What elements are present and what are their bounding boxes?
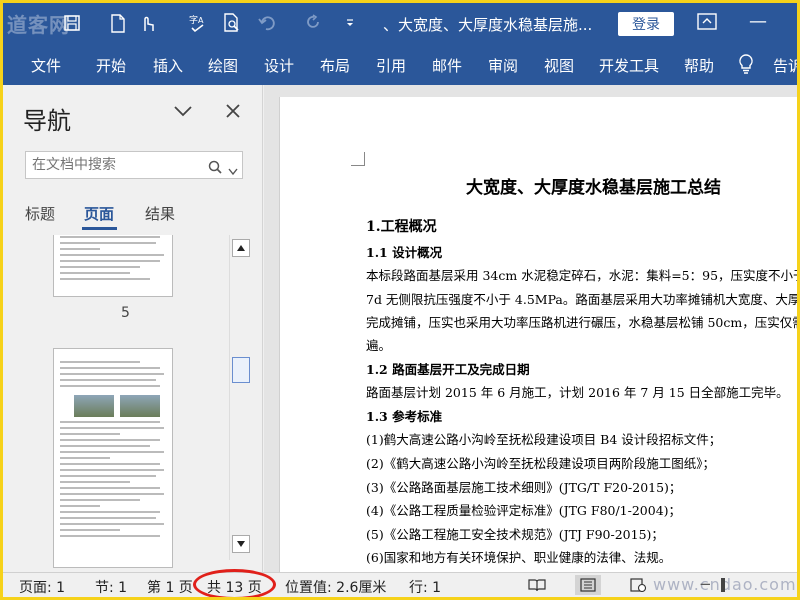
status-line[interactable]: 行: 1 — [409, 577, 441, 597]
status-bar: 页面: 1 节: 1 第 1 页 共 13 页 位置值: 2.6厘米 行: 1 … — [3, 569, 797, 597]
svg-text:A: A — [198, 16, 204, 25]
tab-draw[interactable]: 绘图 — [208, 55, 238, 76]
document-area: 大宽度、大厚度水稳基层施工总结 1.工程概况 1.1 设计概况 本标段路面基层采用… — [264, 85, 797, 572]
document-page[interactable]: 大宽度、大厚度水稳基层施工总结 1.工程概况 1.1 设计概况 本标段路面基层采用… — [279, 97, 797, 572]
customize-quick-access-icon[interactable] — [337, 9, 363, 37]
tab-review[interactable]: 审阅 — [488, 55, 518, 76]
print-layout-icon[interactable] — [575, 575, 601, 595]
login-button[interactable]: 登录 — [618, 12, 674, 36]
ribbon-display-options-icon[interactable] — [696, 12, 718, 36]
word-window: 道客网 字A 、大宽度、大厚度水稳基层施... 登录 — 文件 开始 插入 绘图… — [3, 3, 797, 597]
navigation-pane: 导航 标题 页面 结果 5 — [3, 85, 263, 572]
search-input[interactable] — [26, 152, 206, 178]
tab-home[interactable]: 开始 — [96, 55, 126, 76]
scroll-down-arrow-icon[interactable] — [232, 535, 250, 553]
page-thumbnail-6[interactable] — [53, 348, 173, 568]
status-position[interactable]: 位置值: 2.6厘米 — [285, 577, 386, 597]
document-section-heading: 1.1 设计概况 — [366, 245, 443, 260]
scroll-thumb[interactable] — [232, 357, 250, 383]
document-paragraph-line: 路面基层计划 2015 年 6 月施工，计划 2016 年 7 月 15 日全部… — [366, 385, 789, 400]
tab-mailings[interactable]: 邮件 — [432, 55, 462, 76]
tell-me-search[interactable]: 告诉 — [773, 55, 797, 76]
document-paragraph-line: 7d 无侧限抗压强度不小于 4.5MPa。路面基层采用大功率摊铺机大宽度、大厚度… — [366, 292, 797, 307]
redo-icon[interactable] — [301, 9, 327, 37]
tab-design[interactable]: 设计 — [264, 55, 294, 76]
web-layout-icon[interactable] — [625, 575, 651, 595]
nav-tab-pages[interactable]: 页面 — [84, 203, 114, 224]
page-thumbnails: 5 — [3, 235, 229, 572]
status-page-of[interactable]: 第 1 页 — [147, 577, 193, 597]
touch-mode-icon[interactable] — [135, 9, 161, 37]
document-section-heading: 1.3 参考标准 — [366, 409, 443, 424]
tab-layout[interactable]: 布局 — [320, 55, 350, 76]
zoom-out-button[interactable]: − — [699, 575, 712, 593]
read-mode-icon[interactable] — [524, 575, 550, 595]
document-paragraph-line: 遍。 — [366, 338, 392, 353]
thumbnail-photo — [120, 395, 160, 417]
document-paragraph-line: (4)《公路工程质量检验评定标准》(JTG F80/1-2004)； — [366, 503, 682, 518]
tab-file[interactable]: 文件 — [31, 55, 61, 76]
tab-view[interactable]: 视图 — [544, 55, 574, 76]
navigation-title: 导航 — [23, 107, 71, 135]
svg-text:字: 字 — [189, 14, 198, 26]
status-section[interactable]: 节: 1 — [95, 577, 127, 597]
ribbon-tabs: 文件 开始 插入 绘图 设计 布局 引用 邮件 审阅 视图 开发工具 帮助 告诉 — [3, 45, 797, 85]
tab-developer[interactable]: 开发工具 — [599, 55, 659, 76]
active-tab-indicator — [82, 227, 117, 230]
nav-tab-results[interactable]: 结果 — [145, 203, 175, 224]
thumbnail-page-number: 5 — [121, 305, 130, 321]
page-margin-mark — [351, 152, 365, 166]
document-paragraph-line: 本标段路面基层采用 34cm 水泥稳定碎石，水泥：集料=5：95，压实度不小于 … — [366, 268, 797, 283]
new-document-icon[interactable] — [105, 9, 131, 37]
document-section-heading: 1.工程概况 — [366, 219, 437, 235]
thumbnail-photo — [74, 395, 114, 417]
save-icon[interactable] — [59, 9, 85, 37]
document-paragraph-line: (1)鹤大高速公路小沟岭至抚松段建设项目 B4 设计段招标文件； — [366, 432, 722, 447]
document-heading: 大宽度、大厚度水稳基层施工总结 — [466, 178, 721, 198]
minimize-icon[interactable]: — — [749, 11, 767, 32]
thumbnail-scrollbar[interactable] — [229, 235, 251, 560]
lightbulb-icon[interactable] — [737, 53, 755, 79]
nav-tab-headings[interactable]: 标题 — [25, 203, 55, 224]
zoom-slider-thumb[interactable] — [721, 578, 725, 592]
caret-down-icon[interactable] — [228, 161, 238, 180]
chevron-down-icon[interactable] — [173, 103, 193, 122]
title-bar: 道客网 字A 、大宽度、大厚度水稳基层施... 登录 — — [3, 3, 797, 45]
document-section-heading: 1.2 路面基层开工及完成日期 — [366, 362, 530, 377]
tab-help[interactable]: 帮助 — [684, 55, 714, 76]
document-paragraph-line: (5)《公路工程施工安全技术规范》(JTJ F90-2015)； — [366, 527, 664, 542]
document-title: 、大宽度、大厚度水稳基层施... — [383, 16, 593, 34]
tab-insert[interactable]: 插入 — [153, 55, 183, 76]
search-icon[interactable] — [208, 159, 222, 178]
status-page[interactable]: 页面: 1 — [19, 577, 65, 597]
document-paragraph-line: 完成摊铺，压实也采用大功率压路机进行碾压，水稳基层松铺 50cm，压实仅需要 — [366, 315, 797, 330]
document-paragraph-line: (3)《公路路面基层施工技术细则》(JTG/T F20-2015)； — [366, 480, 682, 495]
undo-icon[interactable] — [255, 9, 281, 37]
document-search-box[interactable] — [25, 151, 243, 179]
print-preview-icon[interactable] — [219, 9, 245, 37]
tab-references[interactable]: 引用 — [376, 55, 406, 76]
page-thumbnail-5[interactable] — [53, 235, 173, 297]
close-icon[interactable] — [225, 103, 241, 123]
document-paragraph-line: (6)国家和地方有关环境保护、职业健康的法律、法规。 — [366, 550, 672, 565]
spelling-icon[interactable]: 字A — [185, 9, 211, 37]
document-paragraph-line: (2)《鹤大高速公路小沟岭至抚松段建设项目两阶段施工图纸》； — [366, 456, 715, 471]
scroll-up-arrow-icon[interactable] — [232, 239, 250, 257]
highlight-oval — [193, 569, 276, 597]
